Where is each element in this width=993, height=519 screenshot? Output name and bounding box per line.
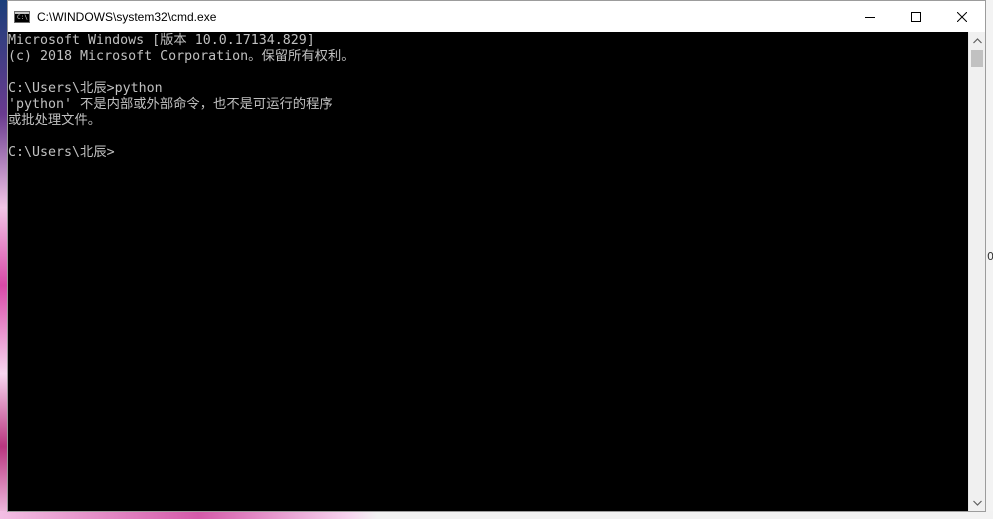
maximize-button[interactable] bbox=[893, 1, 939, 32]
cmd-window: C:\ C:\WINDOWS\system32\cmd.exe Microsof… bbox=[7, 0, 986, 512]
app-icon-label: C:\ bbox=[17, 13, 28, 21]
scrollbar-thumb[interactable] bbox=[971, 50, 983, 67]
console-line: Microsoft Windows [版本 10.0.17134.829] bbox=[8, 33, 315, 48]
close-button[interactable] bbox=[939, 1, 985, 32]
scroll-down-arrow-icon bbox=[972, 500, 982, 506]
minimize-button[interactable] bbox=[847, 1, 893, 32]
console-prompt-line: C:\Users\北辰> bbox=[8, 145, 115, 160]
maximize-icon bbox=[911, 11, 921, 22]
scroll-up-arrow-icon bbox=[972, 37, 982, 43]
console-line: C:\Users\北辰>python bbox=[8, 81, 163, 96]
window-title: C:\WINDOWS\system32\cmd.exe bbox=[37, 9, 217, 24]
scroll-down-button[interactable] bbox=[969, 494, 985, 511]
vertical-scrollbar[interactable] bbox=[968, 32, 985, 511]
title-bar[interactable]: C:\ C:\WINDOWS\system32\cmd.exe bbox=[8, 1, 985, 32]
minimize-icon bbox=[865, 16, 875, 18]
console-line: 'python' 不是内部或外部命令，也不是可运行的程序 bbox=[8, 97, 333, 112]
desktop-wallpaper-bottom bbox=[0, 511, 993, 519]
cmd-app-icon[interactable]: C:\ bbox=[14, 10, 30, 23]
close-icon bbox=[957, 11, 967, 22]
scroll-up-button[interactable] bbox=[969, 32, 985, 49]
console-line: 或批处理文件。 bbox=[8, 113, 102, 128]
console-line: (c) 2018 Microsoft Corporation。保留所有权利。 bbox=[8, 49, 355, 64]
console-output[interactable]: Microsoft Windows [版本 10.0.17134.829] (c… bbox=[8, 32, 970, 511]
caption-buttons bbox=[847, 1, 985, 32]
background-window-text: 0 bbox=[987, 250, 993, 263]
